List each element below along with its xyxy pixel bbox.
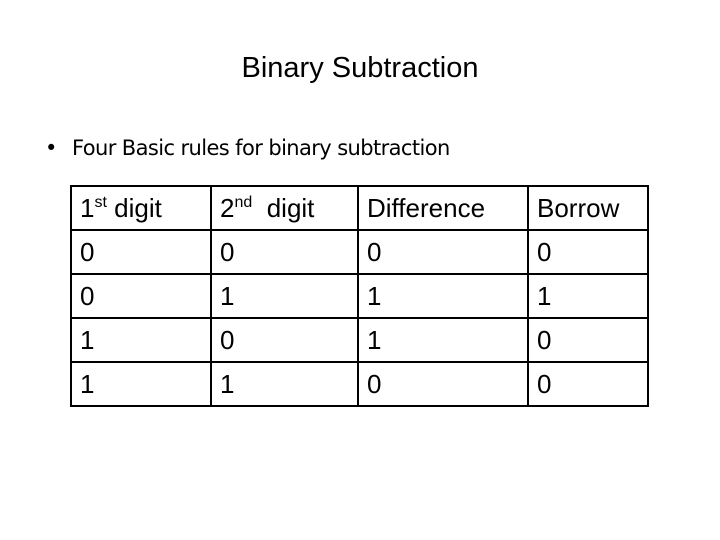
cell-difference: 1: [357, 273, 529, 319]
header-superscript: st: [94, 194, 107, 211]
bullet-marker: •: [45, 136, 57, 160]
cell-borrow: 1: [527, 273, 649, 319]
bullet-text: Four Basic rules for binary subtraction: [72, 136, 450, 160]
table-row: 0 1 1 1: [70, 273, 649, 319]
header-text: 2: [220, 193, 235, 223]
cell-difference: 0: [357, 229, 529, 275]
cell-borrow: 0: [527, 361, 649, 407]
cell-first-digit: 0: [70, 229, 212, 275]
cell-first-digit: 1: [70, 361, 212, 407]
cell-second-digit: 1: [210, 273, 359, 319]
header-borrow: Borrow: [527, 185, 649, 231]
table-row: 1 1 0 0: [70, 361, 649, 407]
cell-first-digit: 1: [70, 317, 212, 363]
header-second-digit: 2nd digit: [210, 185, 359, 231]
header-difference: Difference: [357, 185, 529, 231]
binary-subtraction-table: 1st digit 2nd digit Difference Borrow 0 …: [70, 185, 649, 407]
cell-second-digit: 0: [210, 229, 359, 275]
slide-title: Binary Subtraction: [241, 52, 479, 84]
cell-difference: 0: [357, 361, 529, 407]
header-text: 1: [80, 193, 95, 223]
header-superscript: nd: [234, 194, 253, 211]
header-text-rest: digit: [106, 193, 162, 223]
header-first-digit: 1st digit: [70, 185, 212, 231]
table-row: 1 0 1 0: [70, 317, 649, 363]
table-header-row: 1st digit 2nd digit Difference Borrow: [70, 185, 649, 231]
table-row: 0 0 0 0: [70, 229, 649, 275]
cell-second-digit: 1: [210, 361, 359, 407]
cell-borrow: 0: [527, 317, 649, 363]
cell-first-digit: 0: [70, 273, 212, 319]
header-text-rest: digit: [252, 193, 315, 223]
cell-second-digit: 0: [210, 317, 359, 363]
bullet-item: • Four Basic rules for binary subtraction: [45, 133, 450, 163]
cell-borrow: 0: [527, 229, 649, 275]
cell-difference: 1: [357, 317, 529, 363]
